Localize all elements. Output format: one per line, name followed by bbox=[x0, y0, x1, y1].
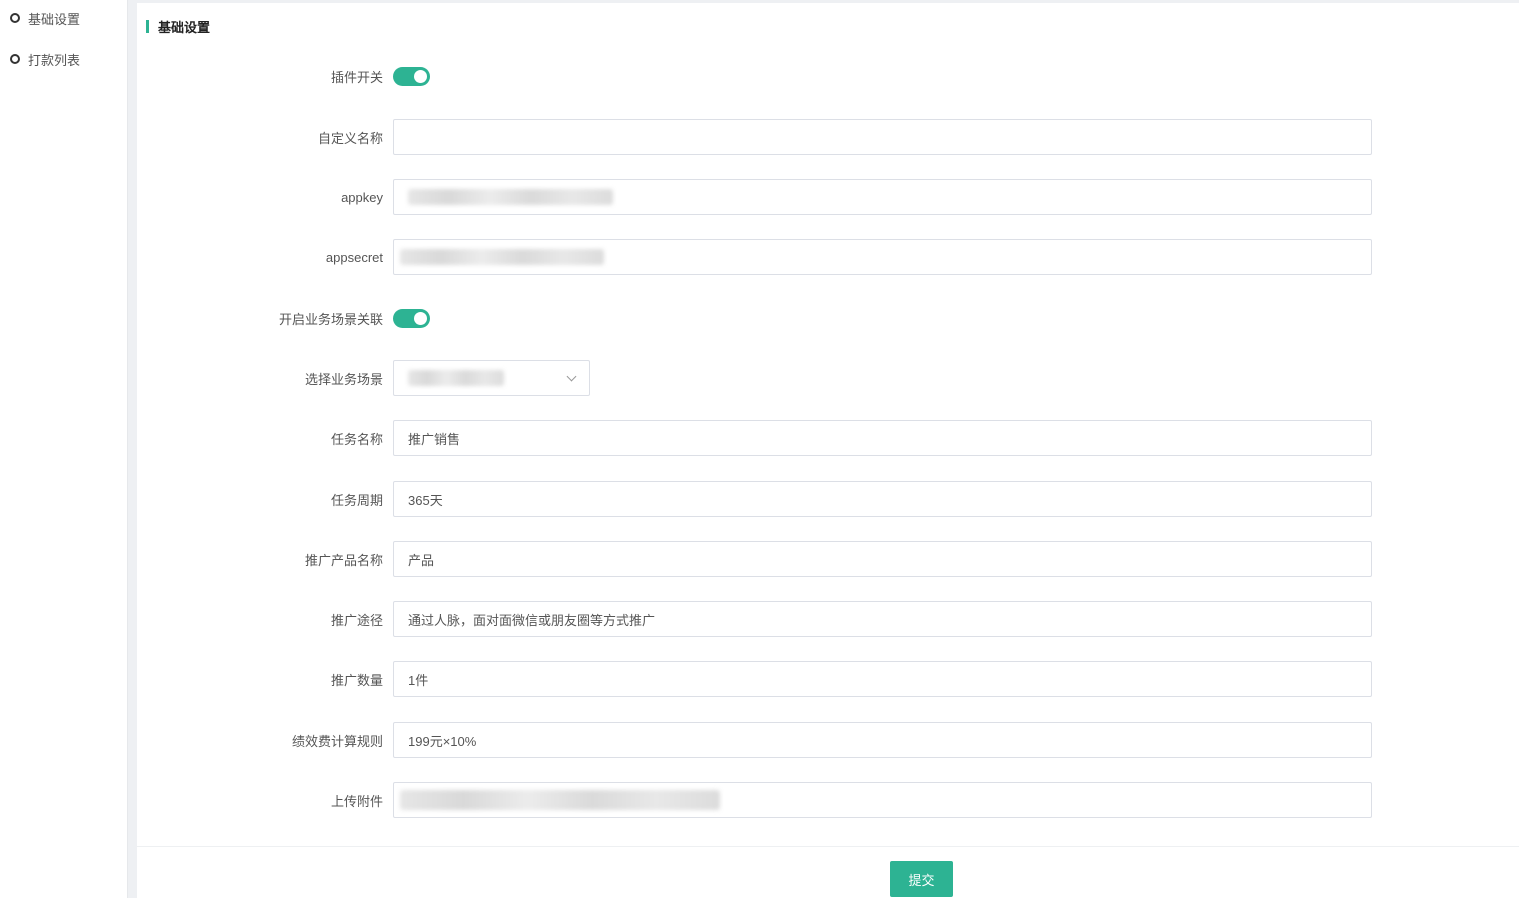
scene-switch-toggle[interactable] bbox=[393, 309, 430, 328]
attachment-label: 上传附件 bbox=[330, 793, 383, 809]
product-name-input[interactable]: 产品 bbox=[393, 541, 1372, 577]
task-name-label: 任务名称 bbox=[330, 431, 383, 447]
appsecret-input[interactable] bbox=[393, 239, 1372, 275]
redacted-value bbox=[408, 370, 504, 386]
quantity-label: 推广数量 bbox=[330, 672, 383, 688]
quantity-input[interactable]: 1件 bbox=[393, 661, 1372, 697]
scene-select-dropdown[interactable] bbox=[393, 360, 590, 396]
form-row-appsecret: appsecret bbox=[137, 239, 1519, 275]
fee-rule-label: 绩效费计算规则 bbox=[291, 733, 383, 749]
footer-divider bbox=[137, 846, 1519, 847]
form-row-product-name: 推广产品名称 产品 bbox=[137, 541, 1519, 577]
appkey-input[interactable] bbox=[393, 179, 1372, 215]
circle-icon bbox=[10, 13, 20, 23]
appkey-label: appkey bbox=[341, 189, 383, 205]
appsecret-label: appsecret bbox=[325, 249, 383, 265]
attachment-input[interactable] bbox=[393, 782, 1372, 818]
scene-select-label: 选择业务场景 bbox=[304, 371, 383, 387]
form-row-scene-switch: 开启业务场景关联 bbox=[137, 300, 1519, 336]
form-row-task-period: 任务周期 365天 bbox=[137, 481, 1519, 517]
fee-rule-input[interactable]: 199元×10% bbox=[393, 722, 1372, 758]
task-period-input[interactable]: 365天 bbox=[393, 481, 1372, 517]
task-name-input[interactable]: 推广销售 bbox=[393, 420, 1372, 456]
sidebar: 基础设置 打款列表 bbox=[0, 0, 128, 898]
section-title: 基础设置 bbox=[146, 18, 211, 35]
redacted-value bbox=[408, 189, 613, 205]
form-row-appkey: appkey bbox=[137, 179, 1519, 215]
redacted-value bbox=[400, 249, 604, 265]
circle-icon bbox=[10, 54, 20, 64]
toggle-knob bbox=[414, 70, 427, 83]
section-title-text: 基础设置 bbox=[158, 19, 211, 35]
scene-switch-label: 开启业务场景关联 bbox=[278, 311, 383, 327]
plugin-switch-label: 插件开关 bbox=[330, 69, 383, 85]
sidebar-item-label: 打款列表 bbox=[28, 52, 81, 68]
accent-bar-icon bbox=[146, 19, 149, 33]
toggle-knob bbox=[414, 312, 427, 325]
channel-label: 推广途径 bbox=[330, 612, 383, 628]
form-row-plugin-switch: 插件开关 bbox=[137, 58, 1519, 94]
main-panel: 基础设置 插件开关 自定义名称 appkey appsecret 开启业务场景关… bbox=[137, 3, 1519, 898]
sidebar-item-basic-settings[interactable]: 基础设置 bbox=[10, 8, 80, 28]
form-row-quantity: 推广数量 1件 bbox=[137, 661, 1519, 697]
form-row-attachment: 上传附件 bbox=[137, 782, 1519, 818]
form-row-scene-select: 选择业务场景 bbox=[137, 360, 1519, 396]
product-name-label: 推广产品名称 bbox=[304, 552, 383, 568]
form-row-fee-rule: 绩效费计算规则 199元×10% bbox=[137, 722, 1519, 758]
sidebar-item-label: 基础设置 bbox=[28, 11, 81, 27]
sidebar-item-payment-list[interactable]: 打款列表 bbox=[10, 49, 80, 69]
custom-name-label: 自定义名称 bbox=[317, 130, 383, 146]
custom-name-input[interactable] bbox=[393, 119, 1372, 155]
form-row-custom-name: 自定义名称 bbox=[137, 119, 1519, 155]
channel-input[interactable]: 通过人脉，面对面微信或朋友圈等方式推广 bbox=[393, 601, 1372, 637]
task-period-label: 任务周期 bbox=[330, 492, 383, 508]
submit-button[interactable]: 提交 bbox=[890, 861, 953, 897]
plugin-switch-toggle[interactable] bbox=[393, 67, 430, 86]
form-row-task-name: 任务名称 推广销售 bbox=[137, 420, 1519, 456]
chevron-down-icon bbox=[566, 371, 577, 381]
form-row-channel: 推广途径 通过人脉，面对面微信或朋友圈等方式推广 bbox=[137, 601, 1519, 637]
redacted-value bbox=[400, 790, 720, 810]
